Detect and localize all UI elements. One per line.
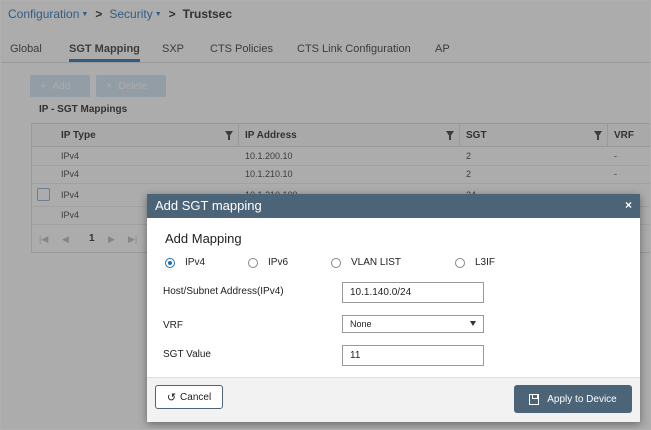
chevron-down-icon [470, 321, 476, 326]
sgt-value-input[interactable] [342, 345, 484, 366]
vrf-label: VRF [163, 320, 183, 331]
apply-button-label: Apply to Device [547, 393, 617, 405]
host-subnet-label: Host/Subnet Address(IPv4) [163, 286, 284, 297]
radio-ipv6[interactable] [248, 258, 258, 268]
dialog-footer: ↺ Cancel Apply to Device [147, 377, 640, 422]
sgt-value-label: SGT Value [163, 349, 211, 360]
cancel-button-label: Cancel [180, 391, 212, 403]
cancel-button[interactable]: ↺ Cancel [155, 385, 223, 409]
radio-ipv6-label[interactable]: IPv6 [268, 257, 288, 268]
radio-l3if[interactable] [455, 258, 465, 268]
add-sgt-mapping-dialog: Add SGT mapping × Add Mapping IPv4 IPv6 … [147, 194, 640, 422]
radio-ipv4[interactable] [165, 258, 175, 268]
dialog-subtitle: Add Mapping [165, 231, 242, 246]
radio-vlan-list-label[interactable]: VLAN LIST [351, 257, 401, 268]
dialog-title: Add SGT mapping [155, 198, 262, 213]
host-subnet-input[interactable] [342, 282, 484, 303]
radio-l3if-label[interactable]: L3IF [475, 257, 495, 268]
radio-vlan-list[interactable] [331, 258, 341, 268]
save-icon [529, 393, 540, 405]
vrf-selected-value: None [350, 319, 372, 329]
close-icon[interactable]: × [625, 198, 632, 212]
radio-ipv4-label[interactable]: IPv4 [185, 257, 205, 268]
app-frame: Configuration ▼ > Security ▼ > Trustsec … [0, 0, 651, 430]
dialog-header: Add SGT mapping × [147, 194, 640, 218]
vrf-select[interactable]: None [342, 315, 484, 333]
undo-icon: ↺ [166, 391, 177, 404]
ip-type-radio-group: IPv4 IPv6 VLAN LIST L3IF [147, 257, 640, 273]
apply-to-device-button[interactable]: Apply to Device [514, 385, 632, 413]
